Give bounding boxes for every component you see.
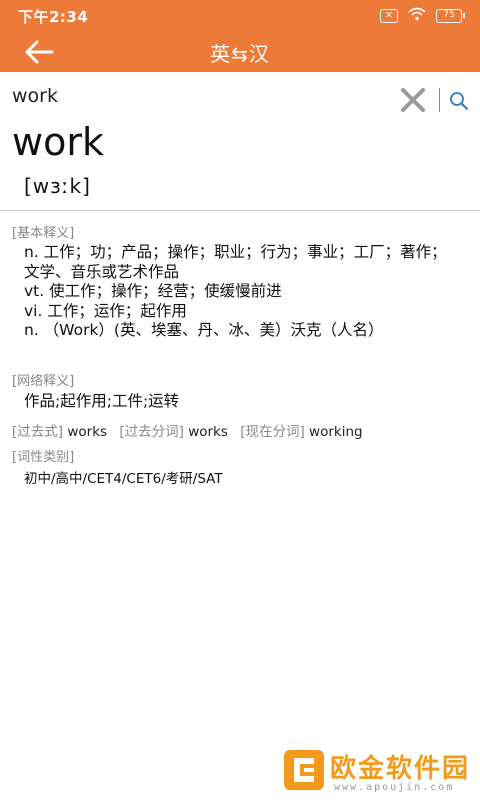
search-divider [439,88,440,112]
watermark: 欧金软件园 www.apoujin.com [280,748,476,796]
phonetic: [wɜːk] [24,174,91,198]
search-input[interactable] [12,82,382,110]
form-value-past: works [67,424,108,440]
web-definition-label: [网络释义] [12,374,75,389]
form-label-past: [过去式] [12,424,64,440]
status-time: 下午2:34 [18,8,89,26]
search-button[interactable] [449,91,469,111]
web-definition-value: 作品;起作用;工件;运转 [24,392,180,410]
definition-line: n. 工作；功；产品；操作；职业；行为；事业；工厂；著作； [24,243,447,261]
headword: work [12,120,104,164]
wifi-icon [408,7,426,24]
close-icon [401,88,425,112]
watermark-text: 欧金软件园 [330,754,471,784]
search-bar [0,72,480,120]
word-forms-row: [过去式] works [过去分词] works [现在分词] working [12,420,371,440]
form-label-past-participle: [过去分词] [119,424,184,440]
basic-definition-label: [基本释义] [12,226,75,241]
category-value: 初中/高中/CET4/CET6/考研/SAT [24,471,223,487]
divider [0,210,480,211]
form-label-present-participle: [现在分词] [240,424,305,440]
definition-line: vt. 使工作；操作；经营；使缓慢前进 [24,282,282,300]
battery-icon: 75 [436,8,465,23]
search-icon [450,92,468,110]
form-value-past-participle: works [188,424,228,440]
page-title: 英⇆汉 [210,42,270,66]
category-label: [词性类别] [12,450,75,465]
definition-line: vi. 工作；运作；起作用 [24,301,187,320]
watermark-url: www.apoujin.com [334,782,455,793]
basic-definition-list: n. 工作；功；产品；操作；职业；行为；事业；工厂；著作； 文学、音乐或艺术作品… [24,243,474,341]
status-bar: 下午2:34 ✕ 75 [0,0,480,32]
definition-line: n. （Work）(英、埃塞、丹、冰、美）沃克（人名） [24,321,384,339]
watermark-logo-icon [284,750,324,790]
clear-button[interactable] [400,88,426,112]
definition-line: 文学、音乐或艺术作品 [24,262,180,281]
form-value-present-participle: working [309,424,363,440]
app-bar: 英⇆汉 [0,32,480,72]
x-box-icon: ✕ [380,8,398,23]
status-icons: ✕ 75 [380,7,465,24]
